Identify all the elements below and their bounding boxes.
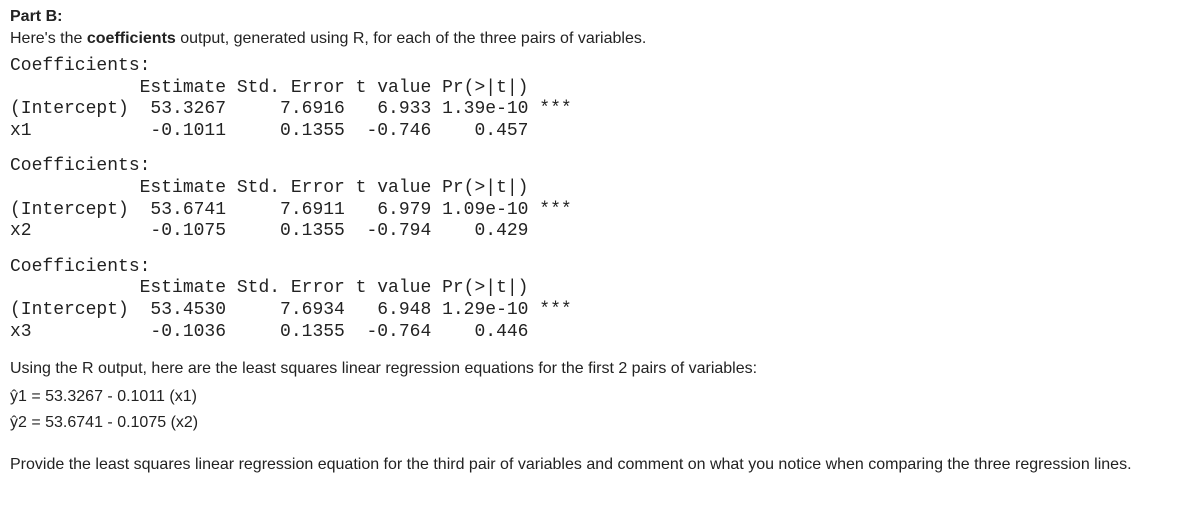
coef-row: (Intercept) 53.3267 7.6916 6.933 1.39e-1… (10, 99, 572, 119)
intro-text: Here's the coefficients output, generate… (10, 30, 1190, 48)
coef-title: Coefficients: (10, 56, 150, 76)
coefficients-block-3: Coefficients: Estimate Std. Error t valu… (10, 257, 1190, 343)
coef-header: Estimate Std. Error t value Pr(>|t|) (10, 278, 528, 298)
coef-row: (Intercept) 53.6741 7.6911 6.979 1.09e-1… (10, 200, 572, 220)
equation-1: ŷ1 = 53.3267 - 0.1011 (x1) (10, 385, 1190, 409)
coef-header: Estimate Std. Error t value Pr(>|t|) (10, 78, 528, 98)
intro-pre: Here's the (10, 30, 87, 47)
intro-post: output, generated using R, for each of t… (176, 30, 647, 47)
coef-row: x2 -0.1075 0.1355 -0.794 0.429 (10, 221, 528, 241)
coef-row: x1 -0.1011 0.1355 -0.746 0.457 (10, 121, 528, 141)
part-heading: Part B: (10, 8, 1190, 26)
explain-text: Using the R output, here are the least s… (10, 357, 1190, 381)
equation-2: ŷ2 = 53.6741 - 0.1075 (x2) (10, 411, 1190, 435)
coef-row: x3 -0.1036 0.1355 -0.764 0.446 (10, 322, 528, 342)
coefficients-block-1: Coefficients: Estimate Std. Error t valu… (10, 56, 1190, 142)
coef-title: Coefficients: (10, 156, 150, 176)
coef-header: Estimate Std. Error t value Pr(>|t|) (10, 178, 528, 198)
coef-row: (Intercept) 53.4530 7.6934 6.948 1.29e-1… (10, 300, 572, 320)
coefficients-block-2: Coefficients: Estimate Std. Error t valu… (10, 156, 1190, 242)
question-text: Provide the least squares linear regress… (10, 453, 1190, 477)
coef-title: Coefficients: (10, 257, 150, 277)
intro-bold: coefficients (87, 30, 176, 47)
